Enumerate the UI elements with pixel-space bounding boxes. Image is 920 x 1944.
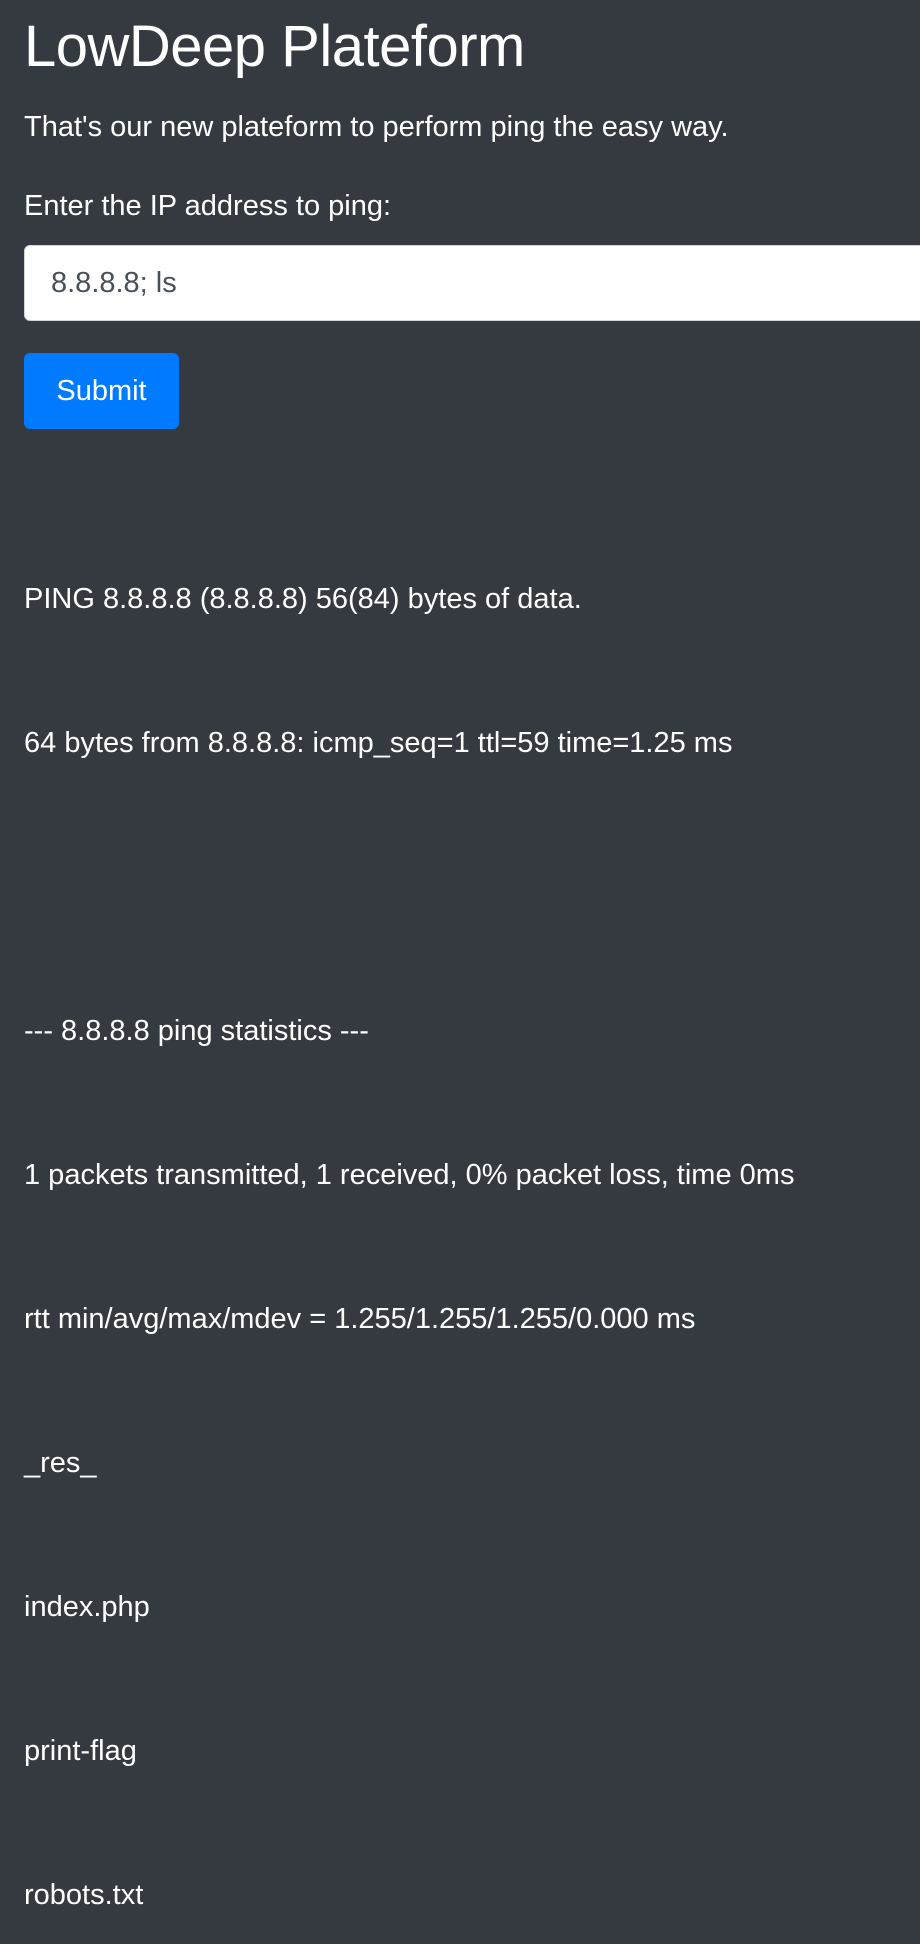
output-line: robots.txt: [24, 1879, 144, 1911]
page-description: That's our new plateform to perform ping…: [24, 111, 729, 143]
output-line: PING 8.8.8.8 (8.8.8.8) 56(84) bytes of d…: [24, 583, 582, 615]
output-line: _res_: [24, 1447, 97, 1479]
ping-output: PING 8.8.8.8 (8.8.8.8) 56(84) bytes of d…: [24, 479, 794, 1944]
page-title: LowDeep Plateform: [24, 14, 525, 79]
ip-address-input[interactable]: [24, 245, 920, 321]
output-line: rtt min/avg/max/mdev = 1.255/1.255/1.255…: [24, 1303, 696, 1335]
output-line: print-flag: [24, 1735, 137, 1767]
output-line: 1 packets transmitted, 1 received, 0% pa…: [24, 1159, 795, 1191]
submit-button[interactable]: Submit: [24, 353, 179, 429]
output-line: index.php: [24, 1591, 150, 1623]
ip-field-label: Enter the IP address to ping:: [24, 190, 392, 222]
output-line: --- 8.8.8.8 ping statistics ---: [24, 1015, 369, 1047]
output-line: 64 bytes from 8.8.8.8: icmp_seq=1 ttl=59…: [24, 727, 733, 759]
